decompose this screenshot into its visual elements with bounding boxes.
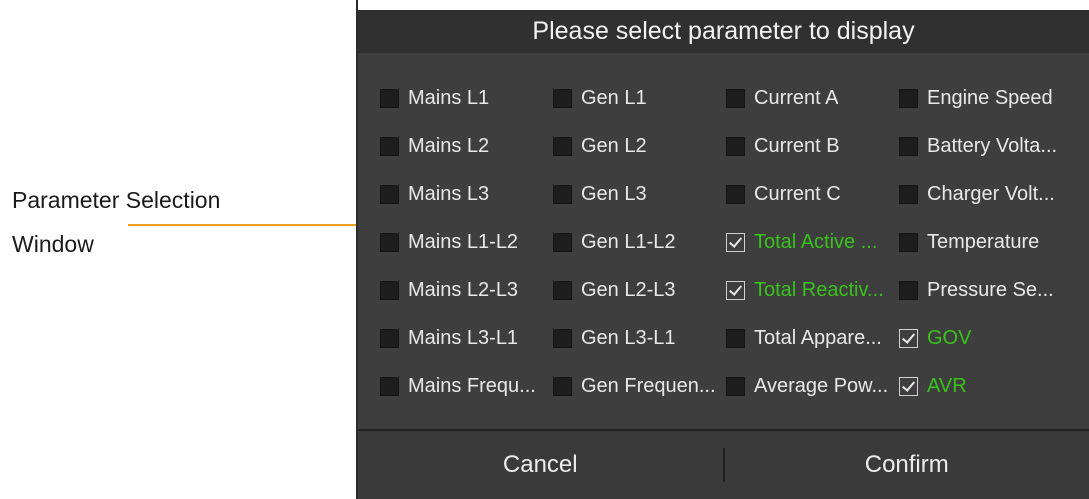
checkbox-unchecked-icon[interactable] [553,376,572,396]
parameter-label: Mains L1 [408,86,490,109]
parameter-label: Current A [754,86,839,109]
checkbox-checked-icon[interactable] [899,376,918,396]
checkbox-unchecked-icon[interactable] [553,184,572,204]
parameter-label: Gen L2-L3 [581,278,676,301]
parameter-option[interactable]: Mains L1 [380,87,553,110]
parameter-option[interactable]: Engine Speed [899,87,1089,110]
parameter-label: AVR [927,374,967,397]
parameter-option[interactable]: Mains Frequ... [380,375,553,398]
checkbox-unchecked-icon[interactable] [726,376,745,396]
parameter-option[interactable]: Battery Volta... [899,135,1089,158]
checkbox-unchecked-icon[interactable] [380,280,399,300]
checkbox-unchecked-icon[interactable] [380,232,399,252]
parameter-option[interactable]: Pressure Se... [899,279,1089,302]
parameter-label: Total Active ... [754,230,878,253]
checkbox-checked-icon[interactable] [726,280,745,300]
parameter-label: Total Appare... [754,326,882,349]
parameter-option[interactable]: Total Appare... [726,327,899,350]
checkbox-unchecked-icon[interactable] [899,136,918,156]
parameter-label: Mains L3 [408,182,490,205]
checkbox-unchecked-icon[interactable] [380,184,399,204]
dialog-top-strip [358,0,1089,10]
parameter-label: Current C [754,182,841,205]
parameter-option[interactable]: GOV [899,327,1089,350]
parameter-label: Mains L2 [408,134,490,157]
dialog-footer: Cancel Confirm [358,429,1089,499]
parameter-row: Mains L1 Gen L1 Current A Engine Speed [380,74,1089,122]
parameter-label: Mains L1-L2 [408,230,519,253]
parameter-row: Mains L2 Gen L2 Current B Battery Volta... [380,122,1089,170]
parameter-option[interactable]: Charger Volt... [899,183,1089,206]
checkbox-unchecked-icon[interactable] [553,280,572,300]
parameter-row: Mains L1-L2 Gen L1-L2 Total Active ... Temp… [380,218,1089,266]
parameter-option[interactable]: Gen L3-L1 [553,327,726,350]
parameter-option[interactable]: Mains L3 [380,183,553,206]
parameter-grid: Mains L1 Gen L1 Current A Engine Speed Mains… [380,74,1089,410]
checkbox-checked-icon[interactable] [899,328,918,348]
parameter-option[interactable]: Mains L1-L2 [380,231,553,254]
parameter-option[interactable]: Gen L3 [553,183,726,206]
screenshot-stage: Parameter Selection Window Please select… [0,0,1089,499]
checkbox-unchecked-icon[interactable] [726,184,745,204]
parameter-label: Current B [754,134,840,157]
parameter-row: Mains L3 Gen L3 Current C Charger Volt... [380,170,1089,218]
parameter-option[interactable]: Total Active ... [726,231,899,254]
parameter-row: Mains L2-L3 Gen L2-L3 Total Reactiv... Pres… [380,266,1089,314]
checkbox-unchecked-icon[interactable] [899,232,918,252]
checkbox-unchecked-icon[interactable] [380,136,399,156]
parameter-label: Gen L2 [581,134,647,157]
cancel-button[interactable]: Cancel [358,431,723,499]
checkbox-unchecked-icon[interactable] [726,328,745,348]
parameter-option[interactable]: Current B [726,135,899,158]
parameter-label: Mains L3-L1 [408,326,519,349]
parameter-label: Gen L3 [581,182,647,205]
parameter-option[interactable]: Temperature [899,231,1089,254]
parameter-option[interactable]: Average Pow... [726,375,899,398]
checkbox-checked-icon[interactable] [726,232,745,252]
parameter-option[interactable]: Total Reactiv... [726,279,899,302]
parameter-label: GOV [927,326,972,349]
checkbox-unchecked-icon[interactable] [726,88,745,108]
parameter-label: Gen L3-L1 [581,326,676,349]
parameter-option[interactable]: Gen Frequen... [553,375,726,398]
confirm-button[interactable]: Confirm [725,431,1089,499]
checkbox-unchecked-icon[interactable] [553,232,572,252]
checkbox-unchecked-icon[interactable] [380,328,399,348]
parameter-label: Charger Volt... [927,182,1055,205]
checkbox-unchecked-icon[interactable] [899,280,918,300]
parameter-label: Gen L1 [581,86,647,109]
parameter-selection-dialog: Please select parameter to display Mains… [356,0,1089,499]
parameter-option[interactable]: Current A [726,87,899,110]
parameter-row: Mains L3-L1 Gen L3-L1 Total Appare... GOV [380,314,1089,362]
parameter-label: Battery Volta... [927,134,1058,157]
parameter-option[interactable]: AVR [899,375,1089,398]
parameter-label: Temperature [927,230,1040,253]
checkbox-unchecked-icon[interactable] [553,328,572,348]
parameter-option[interactable]: Gen L1 [553,87,726,110]
parameter-option[interactable]: Gen L2 [553,135,726,158]
parameter-label: Engine Speed [927,86,1053,109]
parameter-label: Mains L2-L3 [408,278,519,301]
checkbox-unchecked-icon[interactable] [380,376,399,396]
parameter-option[interactable]: Mains L2-L3 [380,279,553,302]
checkbox-unchecked-icon[interactable] [899,88,918,108]
checkbox-unchecked-icon[interactable] [553,88,572,108]
parameter-label: Mains Frequ... [408,374,536,397]
checkbox-unchecked-icon[interactable] [899,184,918,204]
parameter-option[interactable]: Mains L2 [380,135,553,158]
parameter-label: Total Reactiv... [754,278,884,301]
parameter-option[interactable]: Gen L2-L3 [553,279,726,302]
parameter-label: Gen L1-L2 [581,230,676,253]
dialog-title: Please select parameter to display [358,10,1089,53]
parameter-label: Average Pow... [754,374,889,397]
parameter-row: Mains Frequ... Gen Frequen... Average Pow.… [380,362,1089,410]
parameter-option[interactable]: Gen L1-L2 [553,231,726,254]
parameter-label: Gen Frequen... [581,374,716,397]
checkbox-unchecked-icon[interactable] [380,88,399,108]
checkbox-unchecked-icon[interactable] [726,136,745,156]
parameter-option[interactable]: Mains L3-L1 [380,327,553,350]
parameter-label: Pressure Se... [927,278,1054,301]
parameter-option[interactable]: Current C [726,183,899,206]
checkbox-unchecked-icon[interactable] [553,136,572,156]
